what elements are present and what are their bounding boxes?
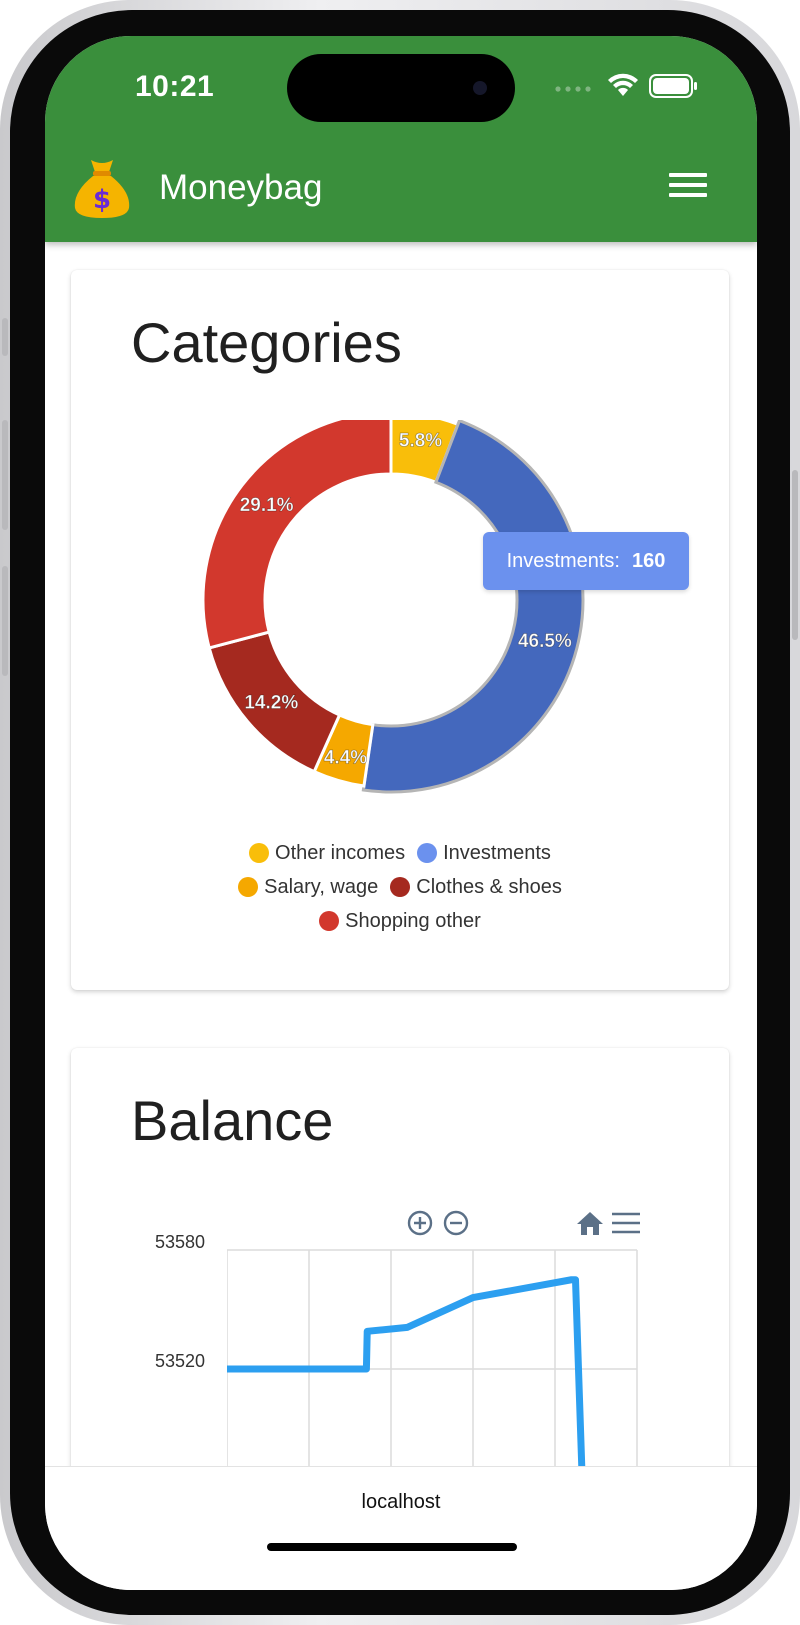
app-header: 10:21 $ Moneybag	[45, 36, 757, 242]
legend-item[interactable]: Clothes & shoes	[390, 870, 562, 904]
legend-item[interactable]: Other incomes	[249, 836, 405, 870]
legend-swatch	[238, 877, 259, 897]
tooltip-value: 160	[632, 550, 666, 572]
chart-legend: Other incomes Investments Salary, wage Clot…	[71, 836, 729, 938]
categories-card: Categories 5.8% 46.5% 4.4% 14.2% 29.1% Inves…	[71, 270, 729, 990]
legend-item[interactable]: Investments	[417, 836, 551, 870]
tooltip-label: Investments:	[506, 550, 620, 572]
battery-icon	[649, 74, 697, 98]
camera-icon	[473, 81, 487, 95]
pie-data-label: 29.1%	[240, 495, 294, 516]
zoom-out-icon[interactable]	[443, 1210, 469, 1236]
chart-tooltip: Investments: 160	[483, 532, 689, 590]
legend-swatch	[390, 877, 411, 897]
power-button	[792, 470, 798, 640]
balance-title: Balance	[131, 1089, 334, 1152]
status-time: 10:21	[135, 70, 215, 103]
svg-text:$: $	[93, 185, 111, 215]
browser-bottom-bar: localhost	[45, 1466, 757, 1590]
zoom-in-icon[interactable]	[407, 1210, 433, 1236]
legend-swatch	[319, 911, 340, 931]
legend-swatch	[249, 843, 270, 863]
legend-label: Salary, wage	[264, 876, 379, 898]
app-title: Moneybag	[159, 168, 323, 207]
legend-label: Shopping other	[345, 910, 481, 932]
screen: 10:21 $ Moneybag Categories 5.8% 46.5% 4…	[45, 36, 757, 1590]
y-tick-label: 53580	[155, 1232, 206, 1252]
y-tick-label: 53520	[155, 1351, 206, 1371]
pie-slice[interactable]	[361, 420, 585, 794]
address-bar[interactable]: localhost	[45, 1491, 757, 1514]
legend-label: Clothes & shoes	[416, 876, 562, 898]
reset-home-icon[interactable]	[575, 1210, 605, 1236]
volume-up-button	[2, 420, 8, 530]
categories-donut-chart[interactable]: 5.8% 46.5% 4.4% 14.2% 29.1%	[71, 420, 729, 860]
volume-down-button	[2, 566, 8, 676]
moneybag-icon: $	[74, 160, 130, 218]
legend-swatch	[417, 843, 438, 863]
dynamic-island	[287, 54, 515, 122]
legend-label: Other incomes	[275, 842, 406, 864]
home-indicator[interactable]	[267, 1543, 517, 1551]
legend-label: Investments	[443, 842, 551, 864]
wifi-icon	[608, 73, 638, 96]
legend-item[interactable]: Shopping other	[319, 904, 481, 938]
pie-data-label: 46.5%	[518, 631, 572, 652]
legend-row: Shopping other	[71, 904, 729, 938]
pie-data-label: 4.4%	[324, 748, 367, 769]
silent-switch	[2, 318, 8, 356]
pie-data-label: 5.8%	[399, 431, 442, 452]
legend-row: Salary, wage Clothes & shoes	[71, 870, 729, 904]
legend-row: Other incomes Investments	[71, 836, 729, 870]
categories-title: Categories	[131, 311, 402, 374]
pie-data-label: 14.2%	[244, 693, 298, 714]
signal-icon	[555, 86, 591, 92]
hamburger-menu-icon[interactable]	[669, 173, 707, 203]
pie-slice[interactable]	[201, 420, 393, 650]
legend-item[interactable]: Salary, wage	[238, 870, 378, 904]
chart-menu-icon[interactable]	[611, 1212, 641, 1234]
